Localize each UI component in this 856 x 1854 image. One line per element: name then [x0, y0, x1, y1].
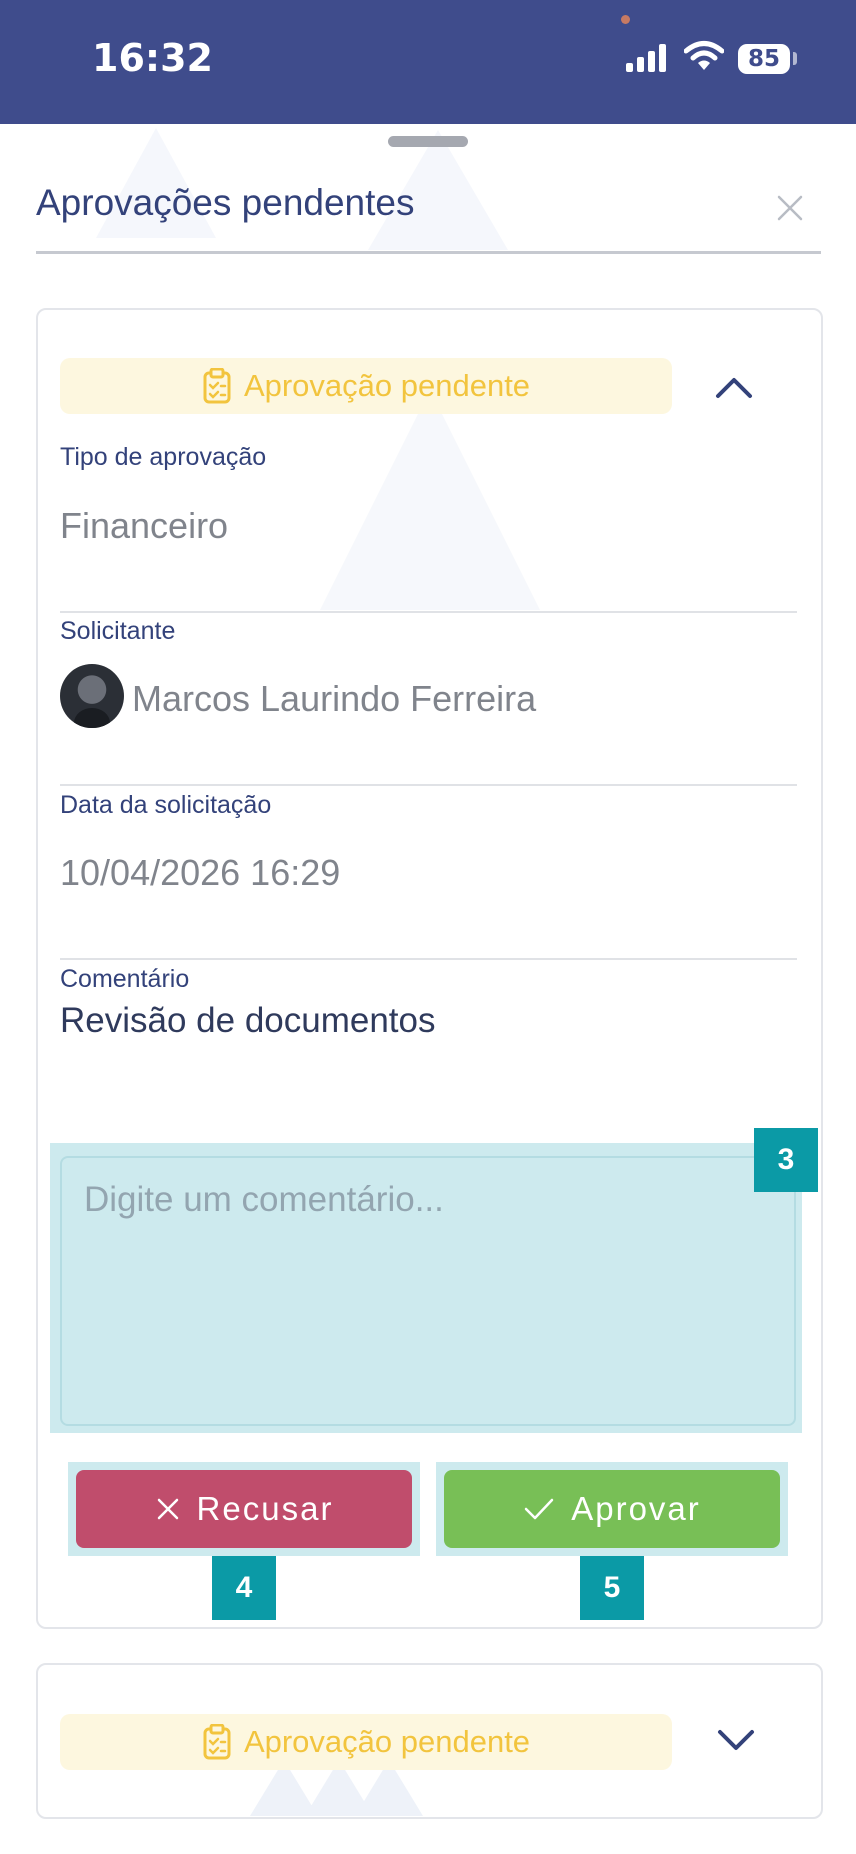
- sheet-title: Aprovações pendentes: [36, 182, 415, 223]
- approve-button[interactable]: Aprovar: [444, 1470, 780, 1548]
- chevron-up-icon[interactable]: [712, 366, 756, 410]
- wifi-icon: [684, 41, 724, 70]
- comment-input[interactable]: [60, 1156, 796, 1426]
- battery-tip: [793, 52, 797, 65]
- avatar: [60, 664, 124, 728]
- clipboard-check-icon: [203, 1724, 231, 1760]
- signal-icon: [626, 44, 666, 72]
- x-icon: [157, 1498, 178, 1520]
- sheet-drag-handle[interactable]: [388, 136, 468, 147]
- status-badge: Aprovação pendente: [60, 358, 672, 414]
- comment-label: Comentário: [60, 965, 190, 993]
- status-badge-label: Aprovação pendente: [243, 368, 531, 403]
- battery-indicator: 85: [738, 44, 790, 74]
- status-badge: Aprovação pendente: [60, 1714, 672, 1770]
- requester-label: Solicitante: [60, 617, 176, 645]
- approval-type-label: Tipo de aprovação: [60, 443, 267, 471]
- reject-button-label: Recusar: [196, 1490, 334, 1527]
- annotation-marker: 4: [212, 1556, 276, 1620]
- status-bar: 16:32 85: [0, 0, 856, 124]
- reject-button[interactable]: Recusar: [76, 1470, 412, 1548]
- camera-indicator-icon: [621, 15, 630, 24]
- clipboard-check-icon: [203, 368, 231, 404]
- annotation-marker: 5: [580, 1556, 644, 1620]
- status-time: 16:32: [92, 36, 213, 80]
- field-divider: [60, 784, 797, 786]
- requester-name: Marcos Laurindo Ferreira: [132, 678, 537, 719]
- status-badge-label: Aprovação pendente: [243, 1724, 531, 1759]
- request-date-label: Data da solicitação: [60, 791, 272, 819]
- chevron-down-icon[interactable]: [714, 1718, 758, 1762]
- field-divider: [60, 611, 797, 613]
- annotation-marker: 3: [754, 1128, 818, 1192]
- close-icon[interactable]: [770, 188, 810, 228]
- approval-type-value: Financeiro: [60, 505, 229, 546]
- field-divider: [60, 958, 797, 960]
- request-date-value: 10/04/2026 16:29: [60, 852, 341, 893]
- check-icon: [524, 1498, 554, 1520]
- comment-value: Revisão de documentos: [60, 1001, 436, 1040]
- approve-button-label: Aprovar: [571, 1490, 701, 1527]
- title-divider: [36, 251, 821, 254]
